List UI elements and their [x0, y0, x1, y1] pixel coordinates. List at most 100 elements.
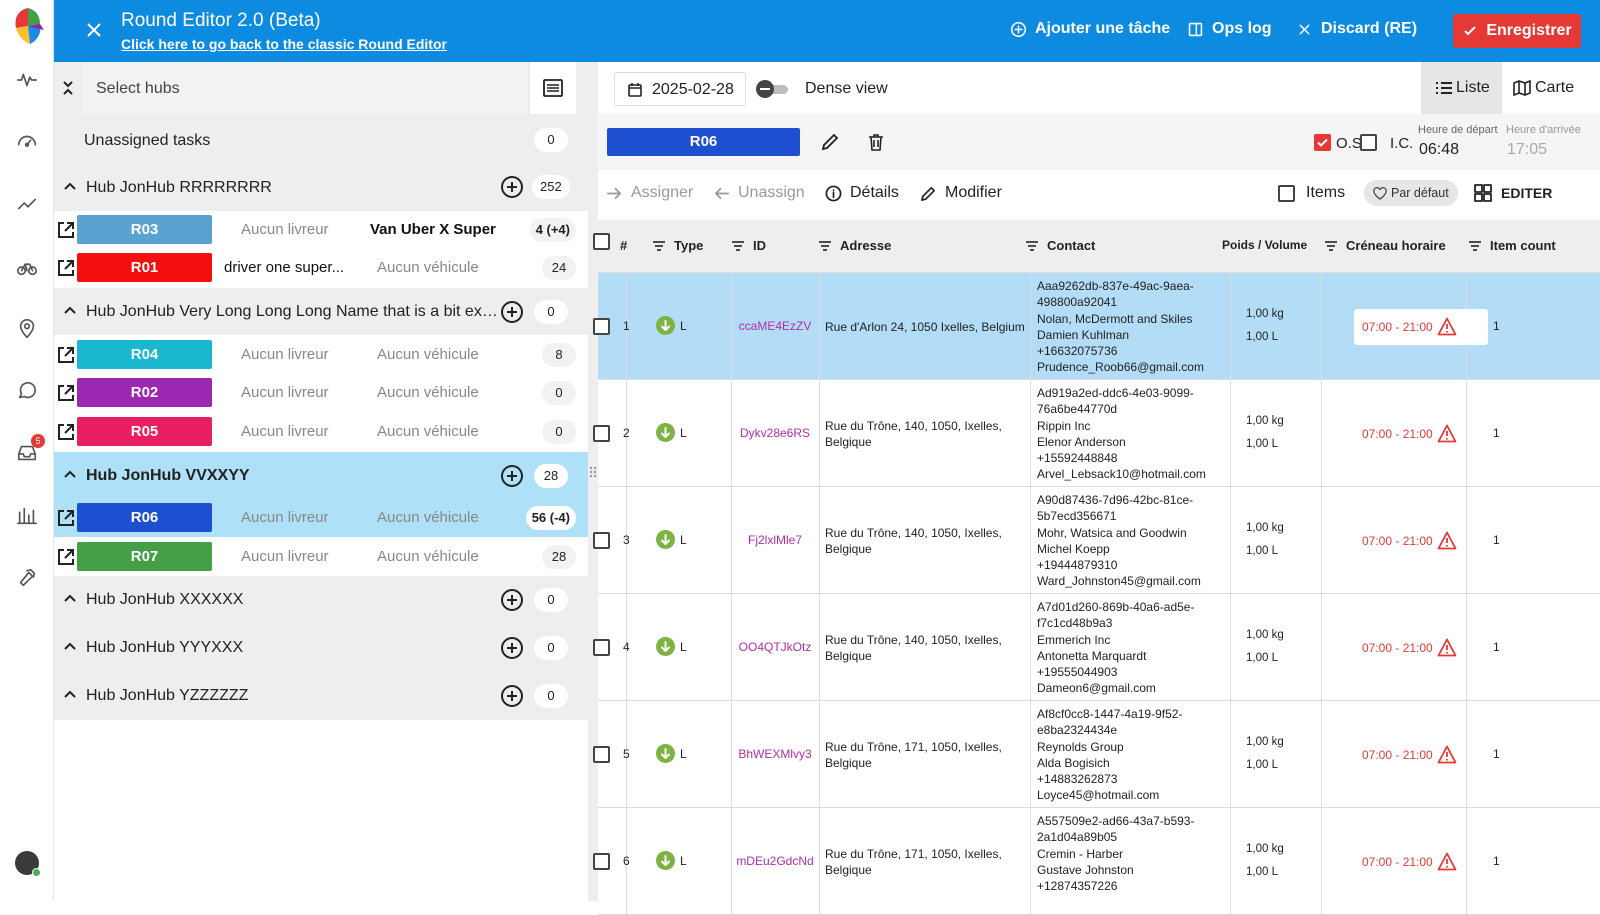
open-external-icon[interactable] — [56, 258, 76, 278]
date-picker[interactable]: 2025-02-28 — [614, 72, 746, 106]
row-time-slot[interactable]: 07:00 - 21:00 — [1354, 844, 1488, 880]
round-driver[interactable]: Aucun livreur — [241, 423, 329, 440]
add-task-button[interactable]: Ajouter une tâche — [1010, 20, 1170, 38]
col-address[interactable]: Adresse — [818, 238, 891, 253]
col-time-slot[interactable]: Créneau horaire — [1324, 238, 1446, 253]
table-row[interactable]: 4 L OO4QTJkOtz Rue du Trône, 140, 1050, Ixe… — [593, 594, 1600, 701]
row-checkbox[interactable] — [593, 639, 610, 656]
dense-view-toggle[interactable] — [756, 80, 792, 98]
row-checkbox[interactable] — [593, 746, 610, 763]
round-vehicle[interactable]: Aucun véhicule — [377, 384, 479, 401]
default-chip[interactable]: Par défaut — [1364, 180, 1458, 206]
add-round-icon[interactable] — [501, 301, 523, 323]
round-driver[interactable]: driver one super... — [224, 259, 344, 276]
task-id-link[interactable]: OO4QTJkOtz — [731, 640, 819, 654]
row-time-slot[interactable]: 07:00 - 21:00 — [1354, 737, 1488, 773]
table-row[interactable]: 1 LccaME4EzZV Rue d'Arlon 24, 1050 Ixelles… — [593, 273, 1600, 380]
col-item-count[interactable]: Item count — [1468, 238, 1556, 253]
round-badge[interactable]: R02 — [77, 378, 212, 407]
bar-chart-icon[interactable] — [14, 503, 40, 529]
hammer-icon[interactable] — [14, 565, 40, 591]
panel-resize-handle[interactable] — [588, 62, 598, 901]
add-round-icon[interactable] — [501, 637, 523, 659]
assign-button[interactable]: Assigner — [606, 184, 693, 202]
unassigned-tasks-row[interactable]: Unassigned tasks 0 — [54, 114, 588, 166]
col-number[interactable]: # — [620, 238, 627, 253]
col-weight-volume[interactable]: Poids / Volume — [1222, 238, 1307, 252]
round-row[interactable]: R02 Aucun livreur Aucun véhicule 0 — [54, 374, 588, 412]
round-row-selected[interactable]: R06 Aucun livreur Aucun véhicule 56 (-4) — [54, 499, 588, 537]
modify-button[interactable]: Modifier — [920, 184, 1002, 202]
round-driver[interactable]: Aucun livreur — [241, 548, 329, 565]
row-time-slot[interactable]: 07:00 - 21:00 — [1354, 523, 1488, 559]
round-badge[interactable]: R01 — [77, 253, 212, 282]
items-checkbox[interactable] — [1278, 185, 1295, 202]
table-row[interactable]: 2 L Dykv28e6RS Rue du Trône, 140, 1050, Ixe… — [593, 380, 1600, 487]
round-driver[interactable]: Aucun livreur — [241, 346, 329, 363]
round-driver[interactable]: Aucun livreur — [241, 509, 329, 526]
drag-dots-icon[interactable] — [589, 465, 597, 478]
row-checkbox[interactable] — [593, 425, 610, 442]
round-row[interactable]: R03 Aucun livreur Van Uber X Super 4 (+4… — [54, 211, 588, 249]
hub-row[interactable]: Hub JonHub YYYXXX 0 — [54, 624, 588, 672]
departure-time-field[interactable]: Heure de départ 06:48 — [1418, 120, 1498, 166]
col-id[interactable]: ID — [731, 238, 766, 253]
task-id-link[interactable]: BhWEXMlvy3 — [731, 747, 819, 761]
classic-editor-link[interactable]: Click here to go back to the classic Rou… — [121, 36, 447, 52]
discard-button[interactable]: Discard (RE) — [1296, 20, 1417, 38]
add-round-icon[interactable] — [501, 685, 523, 707]
round-badge[interactable]: R05 — [77, 417, 212, 446]
dashboard-gauge-icon[interactable] — [14, 129, 40, 155]
hub-row[interactable]: Hub JonHub YZZZZZZ 0 — [54, 672, 588, 720]
round-row[interactable]: R01 driver one super... Aucun véhicule 2… — [54, 249, 588, 287]
save-button[interactable]: Enregistrer — [1453, 14, 1581, 48]
trash-icon[interactable] — [866, 132, 886, 152]
row-checkbox[interactable] — [593, 318, 610, 335]
round-vehicle[interactable]: Aucun véhicule — [377, 423, 479, 440]
round-vehicle[interactable]: Aucun véhicule — [377, 259, 479, 276]
arrival-time-field[interactable]: Heure d'arrivée 17:05 — [1506, 120, 1600, 166]
details-button[interactable]: Détails — [825, 184, 899, 202]
row-checkbox[interactable] — [593, 532, 610, 549]
hub-row[interactable]: Hub JonHub XXXXXX 0 — [54, 576, 588, 624]
chevron-up-icon[interactable] — [62, 467, 78, 483]
open-external-icon[interactable] — [56, 383, 76, 403]
table-row[interactable]: 6 LmDEu2GdcNd Rue du Trône, 171, 1050, Ixe… — [593, 808, 1600, 915]
round-vehicle[interactable]: Aucun véhicule — [377, 346, 479, 363]
bike-icon[interactable] — [14, 254, 40, 280]
hub-row-selected[interactable]: Hub JonHub VVXXYY 28 — [54, 452, 588, 500]
chevron-up-icon[interactable] — [62, 179, 78, 195]
chat-bubble-icon[interactable] — [14, 378, 40, 404]
round-badge[interactable]: R03 — [77, 215, 212, 244]
table-row[interactable]: 3 L Fj2lxlMle7 Rue du Trône, 140, 1050, Ixe… — [593, 487, 1600, 594]
ops-log-button[interactable]: Ops log — [1187, 20, 1272, 38]
list-view-tab[interactable]: Liste — [1421, 62, 1502, 114]
row-time-slot[interactable]: 07:00 - 21:00 — [1354, 309, 1488, 345]
pencil-icon[interactable] — [820, 132, 840, 152]
round-vehicle[interactable]: Van Uber X Super — [370, 221, 496, 238]
col-contact[interactable]: Contact — [1025, 238, 1095, 253]
chevron-up-icon[interactable] — [62, 687, 78, 703]
ic-checkbox[interactable] — [1360, 134, 1377, 151]
row-time-slot[interactable]: 07:00 - 21:00 — [1354, 416, 1488, 452]
task-id-link[interactable]: Dykv28e6RS — [731, 426, 819, 440]
current-round-badge[interactable]: R06 — [607, 128, 800, 156]
chevron-up-icon[interactable] — [62, 591, 78, 607]
round-vehicle[interactable]: Aucun véhicule — [377, 509, 479, 526]
task-id-link[interactable]: mDEu2GdcNd — [731, 854, 819, 868]
row-checkbox[interactable] — [593, 853, 610, 870]
round-badge[interactable]: R04 — [77, 340, 212, 369]
analytics-line-icon[interactable] — [14, 191, 40, 217]
collapse-all-icon[interactable] — [60, 78, 76, 98]
round-badge[interactable]: R07 — [77, 542, 212, 571]
round-driver[interactable]: Aucun livreur — [241, 221, 329, 238]
round-row[interactable]: R04 Aucun livreur Aucun véhicule 8 — [54, 336, 588, 374]
app-logo[interactable] — [10, 4, 46, 48]
col-type[interactable]: Type — [652, 238, 703, 253]
open-external-icon[interactable] — [56, 508, 76, 528]
round-row[interactable]: R05 Aucun livreur Aucun véhicule 0 — [54, 413, 588, 451]
activity-icon[interactable] — [14, 67, 40, 93]
round-badge[interactable]: R06 — [77, 503, 212, 532]
map-view-tab[interactable]: Carte — [1503, 62, 1588, 114]
inbox-icon[interactable]: 5 — [14, 434, 45, 466]
